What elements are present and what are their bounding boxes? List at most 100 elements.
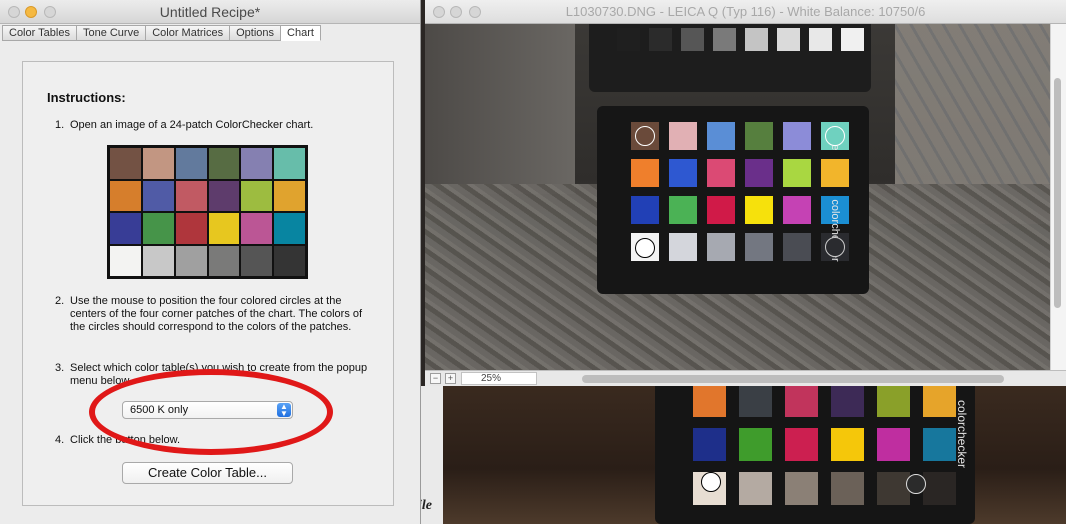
tab-color-tables[interactable]: Color Tables: [2, 25, 77, 41]
image-window-title: L1030730.DNG - LEICA Q (Typ 116) - White…: [565, 4, 926, 19]
photo-patch-8: [669, 159, 697, 187]
photo-patch-15: [707, 196, 735, 224]
colorchecker-device-bottom: colorchecker: [655, 386, 975, 524]
bottom-patch-7: [693, 428, 726, 461]
top-patch-2: [649, 28, 672, 51]
colorchecker-device: x-rite colorchecker: [597, 106, 869, 294]
photo-patch-20: [669, 233, 697, 261]
reference-patch-9: [175, 180, 207, 211]
reference-patch-14: [142, 213, 174, 244]
tab-chart[interactable]: Chart: [281, 25, 321, 41]
bottom-patch-1: [693, 386, 726, 417]
reference-patch-16: [208, 213, 240, 244]
tab-options[interactable]: Options: [230, 25, 282, 41]
zoom-level-value: 25%: [481, 373, 502, 384]
top-patch-6: [777, 28, 800, 51]
reference-patch-23: [241, 245, 273, 276]
reference-patch-5: [241, 148, 273, 179]
reference-patch-10: [208, 180, 240, 211]
reference-patch-3: [175, 148, 207, 179]
background-photo-window: colorchecker: [421, 386, 1066, 524]
reference-patch-21: [175, 245, 207, 276]
top-patch-8: [841, 28, 864, 51]
photo-background-wall: [425, 24, 575, 194]
tab-tone-curve[interactable]: Tone Curve: [76, 25, 147, 41]
reference-patch-17: [241, 213, 273, 244]
top-gray-patch-row: [617, 28, 864, 51]
bottom-patch-6: [923, 386, 956, 417]
colorchecker-grid: [631, 122, 849, 261]
top-patch-1: [617, 28, 640, 51]
reference-patch-20: [142, 245, 174, 276]
corner-circle-cyan[interactable]: [825, 126, 845, 146]
raw-image-view[interactable]: x-rite colorchecker: [425, 24, 1050, 370]
reference-patch-8: [142, 180, 174, 211]
photo-patch-5: [783, 122, 811, 150]
zoom-level-field[interactable]: 25%: [461, 372, 537, 385]
instruction-step-2: 2. Use the mouse to position the four co…: [55, 295, 363, 333]
photo-patch-11: [783, 159, 811, 187]
corner-circle-white[interactable]: [635, 238, 655, 258]
reference-patch-2: [142, 148, 174, 179]
vertical-scrollbar-thumb[interactable]: [1054, 78, 1061, 308]
zoom-in-button[interactable]: +: [445, 373, 456, 384]
reference-patch-6: [274, 148, 305, 179]
photo-patch-17: [783, 196, 811, 224]
image-window: L1030730.DNG - LEICA Q (Typ 116) - White…: [425, 0, 1066, 386]
tab-bar: Color Tables Tone Curve Color Matrices O…: [2, 25, 321, 41]
photo-patch-4: [745, 122, 773, 150]
bottom-patch-15: [785, 472, 818, 505]
bottom-patch-3: [785, 386, 818, 417]
bottom-patch-10: [831, 428, 864, 461]
reference-patch-11: [241, 180, 273, 211]
recipe-window: Untitled Recipe* Color Tables Tone Curve…: [0, 0, 421, 524]
photo-patch-10: [745, 159, 773, 187]
reference-patch-15: [175, 213, 207, 244]
top-patch-3: [681, 28, 704, 51]
tab-color-matrices[interactable]: Color Matrices: [146, 25, 231, 41]
bottom-patch-5: [877, 386, 910, 417]
top-patch-5: [745, 28, 768, 51]
colorchecker-top-panel: [589, 24, 871, 92]
corner-circle-brown[interactable]: [635, 126, 655, 146]
photo-patch-9: [707, 159, 735, 187]
top-patch-7: [809, 28, 832, 51]
photo-patch-22: [745, 233, 773, 261]
image-window-titlebar[interactable]: L1030730.DNG - LEICA Q (Typ 116) - White…: [425, 0, 1066, 24]
reference-patch-4: [208, 148, 240, 179]
photo-patch-3: [707, 122, 735, 150]
reference-patch-13: [110, 213, 141, 244]
reference-patch-7: [110, 180, 141, 211]
bottom-patch-14: [739, 472, 772, 505]
photo-patch-21: [707, 233, 735, 261]
image-status-bar: − + 25%: [425, 370, 1066, 386]
photo-patch-14: [669, 196, 697, 224]
horizontal-scrollbar-thumb[interactable]: [582, 375, 1004, 383]
top-patch-4: [713, 28, 736, 51]
reference-patch-12: [274, 180, 305, 211]
recipe-window-titlebar[interactable]: Untitled Recipe*: [0, 0, 420, 24]
annotation-ellipse: [89, 369, 333, 455]
photo-patch-23: [783, 233, 811, 261]
colorchecker-brand-bottom: colorchecker: [955, 400, 969, 469]
recipe-window-title: Untitled Recipe*: [159, 4, 261, 20]
reference-patch-24: [274, 245, 305, 276]
bottom-patch-18: [923, 472, 956, 505]
instructions-title: Instructions:: [47, 90, 126, 105]
corner-circle-black[interactable]: [825, 237, 845, 257]
bottom-patch-8: [739, 428, 772, 461]
reference-patch-1: [110, 148, 141, 179]
photo-patch-2: [669, 122, 697, 150]
reference-patch-19: [110, 245, 141, 276]
corner-circle-white-bottom[interactable]: [701, 472, 721, 492]
reference-patch-18: [274, 213, 305, 244]
bottom-patch-4: [831, 386, 864, 417]
photo-patch-16: [745, 196, 773, 224]
bottom-patch-2: [739, 386, 772, 417]
create-color-table-button[interactable]: Create Color Table...: [122, 462, 293, 484]
bottom-patch-11: [877, 428, 910, 461]
zoom-out-button[interactable]: −: [430, 373, 441, 384]
bottom-patch-9: [785, 428, 818, 461]
bottom-patch-12: [923, 428, 956, 461]
corner-circle-black-bottom[interactable]: [906, 474, 926, 494]
